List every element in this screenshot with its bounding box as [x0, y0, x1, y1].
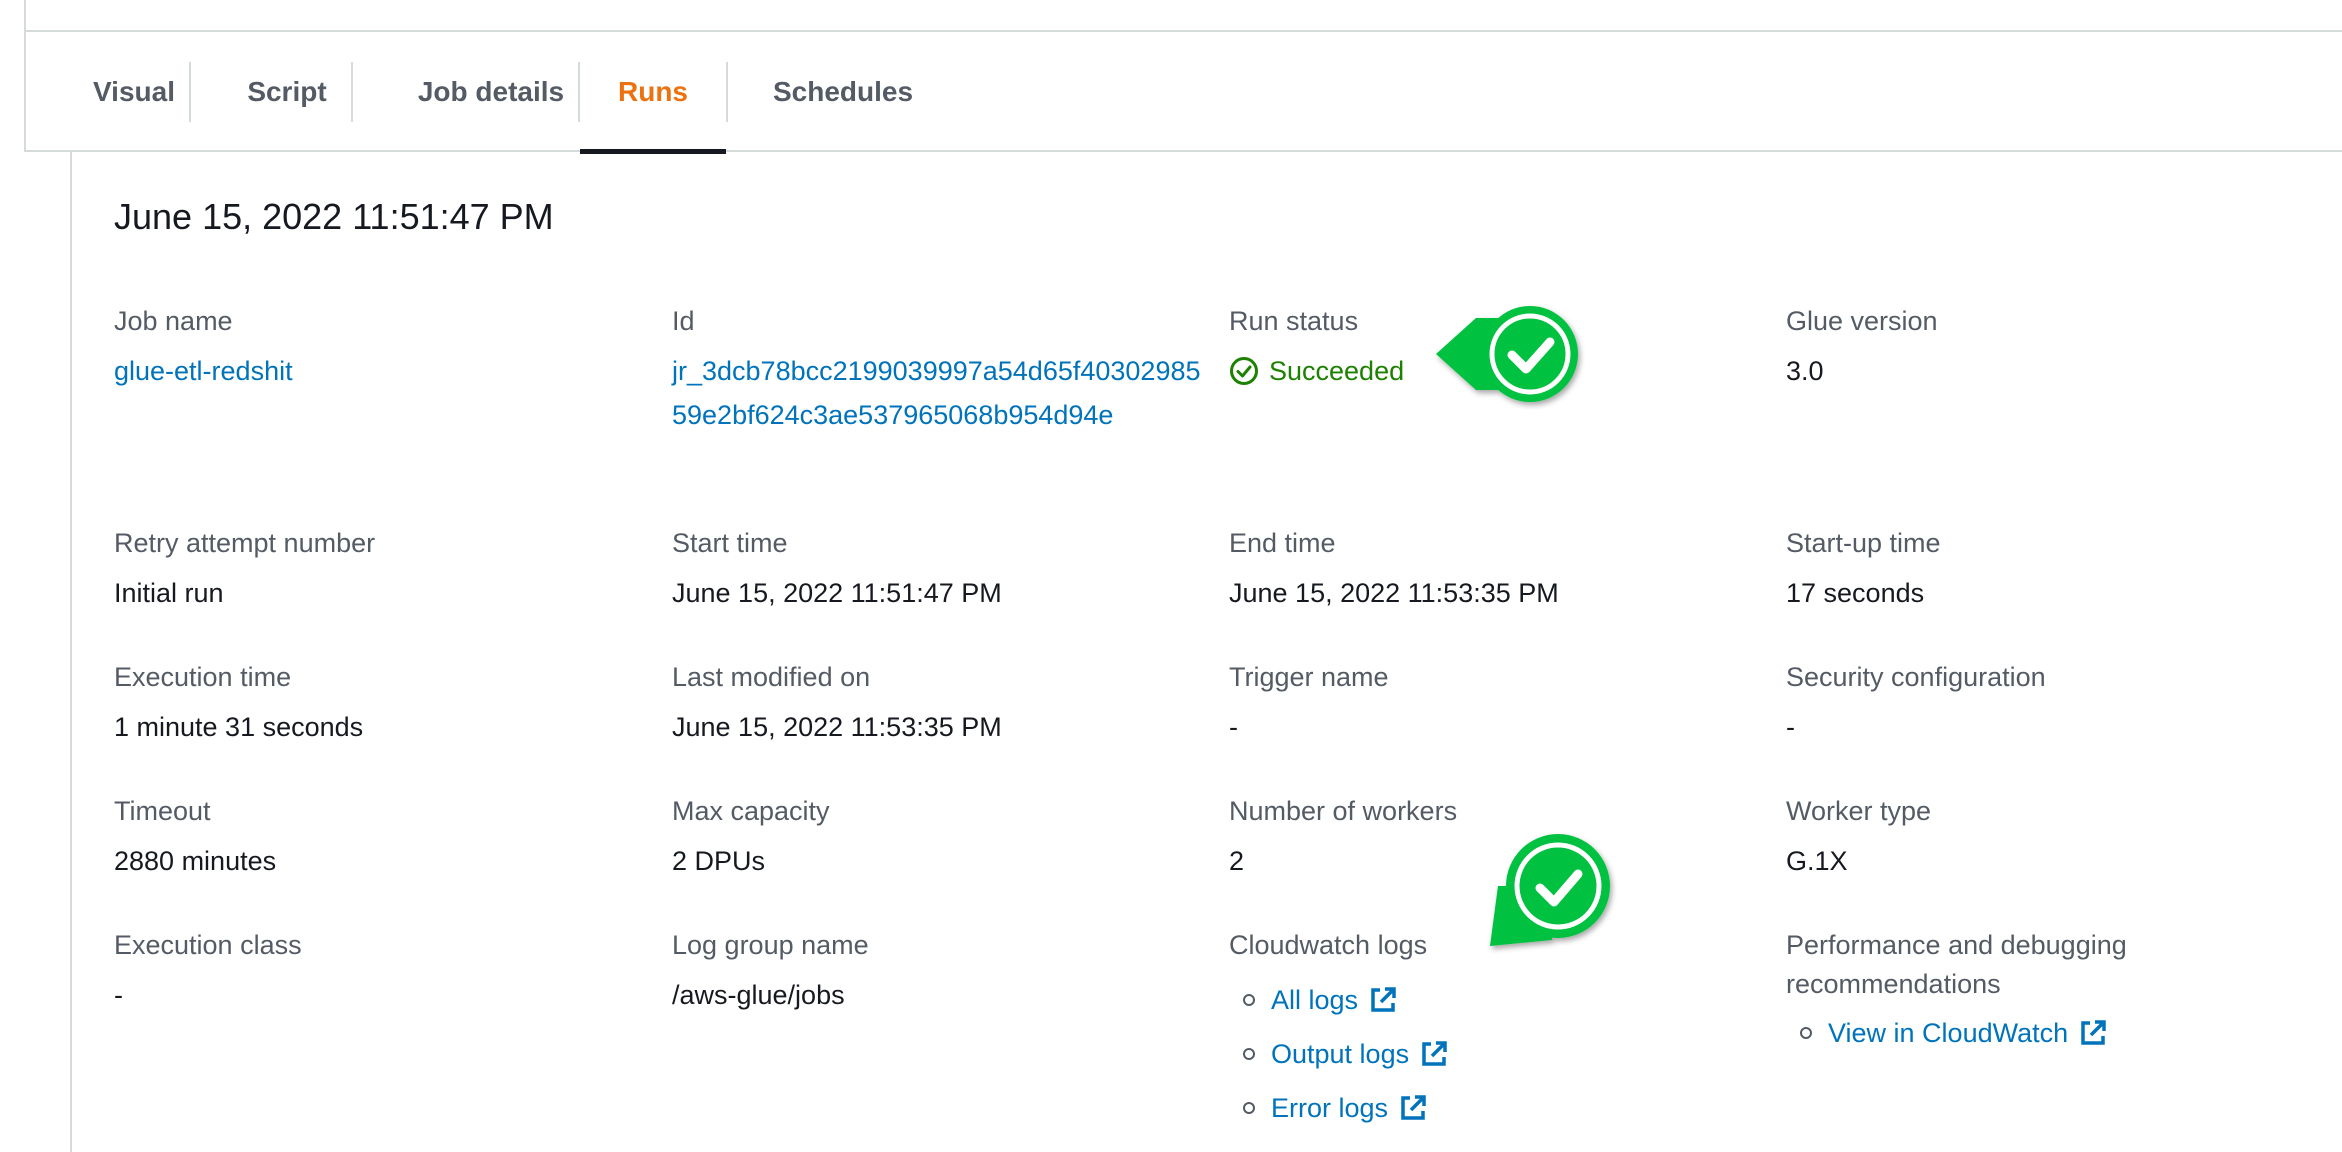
field-label: Execution class	[114, 930, 302, 960]
field-value: -	[114, 980, 123, 1010]
field-value: June 15, 2022 11:53:35 PM	[1229, 578, 1559, 608]
tab-script[interactable]: Script	[206, 32, 368, 152]
field-startup-time: Start-up time 17 seconds	[1786, 524, 1941, 615]
all-logs-link[interactable]: All logs	[1271, 985, 1358, 1016]
field-security-config: Security configuration -	[1786, 658, 2046, 749]
field-label: Start time	[672, 528, 788, 558]
field-cloudwatch-logs: Cloudwatch logs All logs Output logs Err…	[1229, 926, 1449, 1135]
field-worker-type: Worker type G.1X	[1786, 792, 1931, 883]
run-title: June 15, 2022 11:51:47 PM	[114, 196, 554, 237]
field-label: Retry attempt number	[114, 528, 376, 558]
field-id: Id jr_3dcb78bcc2199039997a54d65f40302985…	[672, 302, 1202, 437]
field-execution-class: Execution class -	[114, 926, 302, 1017]
check-circle-icon	[1230, 357, 1258, 385]
run-id-link[interactable]: jr_3dcb78bcc2199039997a54d65f4030298559e…	[672, 349, 1202, 437]
field-value: 3.0	[1786, 356, 1824, 386]
external-link-icon[interactable]	[1419, 1039, 1449, 1069]
field-label: Performance and debugging recommendation…	[1786, 930, 2127, 999]
job-tabs: Visual Script Job details Runs Schedules	[24, 32, 2342, 154]
tab-separator	[189, 62, 191, 122]
field-num-workers: Number of workers 2	[1229, 792, 1457, 883]
field-label: Timeout	[114, 796, 211, 826]
external-link-icon[interactable]	[1368, 985, 1398, 1015]
tab-separator	[351, 62, 353, 122]
bullet-icon	[1243, 1048, 1255, 1060]
performance-links: View in CloudWatch	[1786, 1006, 2206, 1060]
bullet-icon	[1243, 994, 1255, 1006]
external-link-icon[interactable]	[1398, 1093, 1428, 1123]
check-marker-icon	[1490, 834, 1610, 946]
job-name-link[interactable]: glue-etl-redshit	[114, 349, 293, 393]
field-value: 2880 minutes	[114, 846, 277, 876]
output-logs-link[interactable]: Output logs	[1271, 1039, 1409, 1070]
field-glue-version: Glue version 3.0	[1786, 302, 1938, 393]
cloudwatch-log-links: All logs Output logs Error logs	[1229, 973, 1449, 1135]
tab-runs[interactable]: Runs	[580, 32, 726, 154]
field-label: Job name	[114, 306, 233, 336]
list-item: All logs	[1229, 973, 1449, 1027]
field-value: 1 minute 31 seconds	[114, 712, 364, 742]
field-value: 2 DPUs	[672, 846, 766, 876]
tab-schedules[interactable]: Schedules	[728, 32, 958, 152]
bullet-icon	[1800, 1027, 1812, 1039]
field-label: Number of workers	[1229, 796, 1458, 826]
field-timeout: Timeout 2880 minutes	[114, 792, 276, 883]
field-value: 17 seconds	[1786, 578, 1925, 608]
field-label: Security configuration	[1786, 662, 2046, 692]
field-label: Start-up time	[1786, 528, 1941, 558]
list-item: Error logs	[1229, 1081, 1449, 1135]
status-badge: Succeeded	[1229, 349, 1404, 393]
field-value: G.1X	[1786, 846, 1848, 876]
field-job-name: Job name glue-etl-redshit	[114, 302, 293, 393]
field-value: June 15, 2022 11:51:47 PM	[672, 578, 1002, 608]
field-trigger-name: Trigger name -	[1229, 658, 1389, 749]
field-value: -	[1229, 712, 1238, 742]
field-label: Execution time	[114, 662, 292, 692]
field-label: End time	[1229, 528, 1336, 558]
field-label: Run status	[1229, 306, 1359, 336]
field-label: Id	[672, 306, 695, 336]
bullet-icon	[1243, 1102, 1255, 1114]
field-retry-attempt: Retry attempt number Initial run	[114, 524, 375, 615]
list-item: Output logs	[1229, 1027, 1449, 1081]
field-max-capacity: Max capacity 2 DPUs	[672, 792, 830, 883]
field-label: Worker type	[1786, 796, 1932, 826]
field-start-time: Start time June 15, 2022 11:51:47 PM	[672, 524, 1002, 615]
tab-visual[interactable]: Visual	[66, 32, 202, 152]
field-log-group: Log group name /aws-glue/jobs	[672, 926, 869, 1017]
field-run-status: Run status Succeeded	[1229, 302, 1404, 393]
external-link-icon[interactable]	[2078, 1018, 2108, 1048]
field-label: Glue version	[1786, 306, 1938, 336]
header-strip	[24, 0, 2342, 32]
field-value: June 15, 2022 11:53:35 PM	[672, 712, 1002, 742]
field-label: Last modified on	[672, 662, 871, 692]
field-performance-recommendations: Performance and debugging recommendation…	[1786, 926, 2206, 1060]
field-value: -	[1786, 712, 1795, 742]
field-last-modified: Last modified on June 15, 2022 11:53:35 …	[672, 658, 1002, 749]
field-value: 2	[1229, 846, 1245, 876]
status-text: Succeeded	[1269, 356, 1405, 386]
field-label: Trigger name	[1229, 662, 1389, 692]
view-in-cloudwatch-link[interactable]: View in CloudWatch	[1828, 1018, 2068, 1049]
field-value: /aws-glue/jobs	[672, 980, 845, 1010]
run-panel-border	[70, 152, 72, 1152]
check-marker-icon	[1436, 306, 1578, 402]
field-label: Log group name	[672, 930, 869, 960]
field-label: Cloudwatch logs	[1229, 930, 1428, 960]
field-value: Initial run	[114, 578, 224, 608]
list-item: View in CloudWatch	[1786, 1006, 2206, 1060]
field-label: Max capacity	[672, 796, 830, 826]
field-end-time: End time June 15, 2022 11:53:35 PM	[1229, 524, 1559, 615]
error-logs-link[interactable]: Error logs	[1271, 1093, 1388, 1124]
field-execution-time: Execution time 1 minute 31 seconds	[114, 658, 363, 749]
